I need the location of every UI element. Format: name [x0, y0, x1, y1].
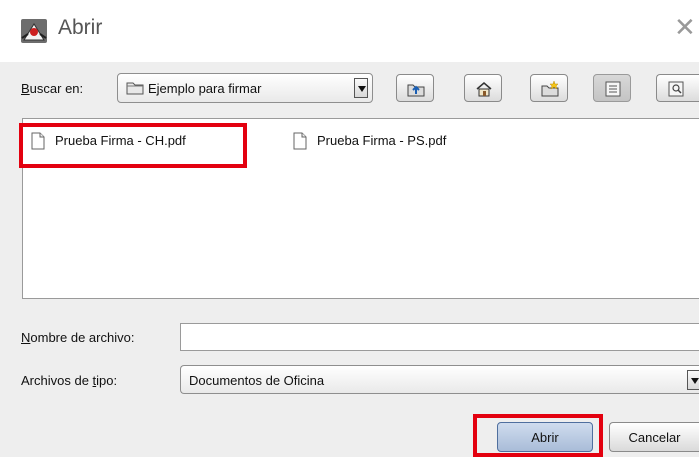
document-icon: [31, 132, 45, 150]
chevron-down-icon: [691, 378, 699, 384]
file-name-label: Nombre de archivo:: [21, 330, 134, 345]
list-view-button[interactable]: [593, 74, 631, 102]
look-in-value: Ejemplo para firmar: [148, 81, 262, 96]
folder-up-icon: [407, 84, 425, 97]
file-type-label-prefix: Archivos de: [21, 373, 93, 388]
file-item-prueba-firma-ch[interactable]: Prueba Firma - CH.pdf: [31, 131, 231, 151]
chevron-down-icon: [358, 86, 366, 92]
document-icon: [293, 132, 307, 150]
file-list[interactable]: Prueba Firma - CH.pdf Prueba Firma - PS.…: [22, 118, 699, 299]
look-in-label: Buscar en:: [21, 81, 83, 96]
java-duke-icon: [21, 19, 47, 43]
details-view-icon: [668, 81, 684, 97]
close-icon[interactable]: ✕: [674, 14, 696, 40]
file-name-label-rest: ombre de archivo:: [30, 330, 135, 345]
look-in-combo[interactable]: Ejemplo para firmar: [117, 73, 373, 103]
new-folder-button[interactable]: [530, 74, 568, 102]
look-in-dropdown-button[interactable]: [354, 78, 368, 98]
file-name: Prueba Firma - PS.pdf: [317, 133, 447, 148]
up-one-level-button[interactable]: [396, 74, 434, 102]
look-in-label-rest: uscar en:: [29, 81, 84, 96]
open-button[interactable]: Abrir: [497, 422, 593, 452]
file-name-label-mnemonic: N: [21, 330, 31, 345]
file-type-label: Archivos de tipo:: [21, 373, 117, 388]
home-button[interactable]: [464, 74, 502, 102]
title-bar: Abrir ✕: [0, 0, 699, 62]
list-view-icon: [605, 81, 621, 97]
file-type-value: Documentos de Oficina: [189, 373, 325, 388]
file-item-prueba-firma-ps[interactable]: Prueba Firma - PS.pdf: [293, 131, 493, 151]
cancel-button[interactable]: Cancelar: [609, 422, 699, 452]
file-name-input[interactable]: [180, 323, 699, 351]
new-folder-icon: [541, 80, 559, 97]
folder-icon: [126, 82, 144, 95]
details-view-button[interactable]: [656, 74, 699, 102]
file-type-label-rest: ipo:: [96, 373, 118, 388]
look-in-label-mnemonic: B: [21, 81, 30, 96]
file-type-dropdown-button[interactable]: [687, 370, 699, 390]
home-icon: [476, 82, 492, 97]
window-title: Abrir: [58, 16, 103, 39]
file-type-combo[interactable]: Documentos de Oficina: [180, 365, 699, 394]
file-name: Prueba Firma - CH.pdf: [55, 133, 186, 148]
